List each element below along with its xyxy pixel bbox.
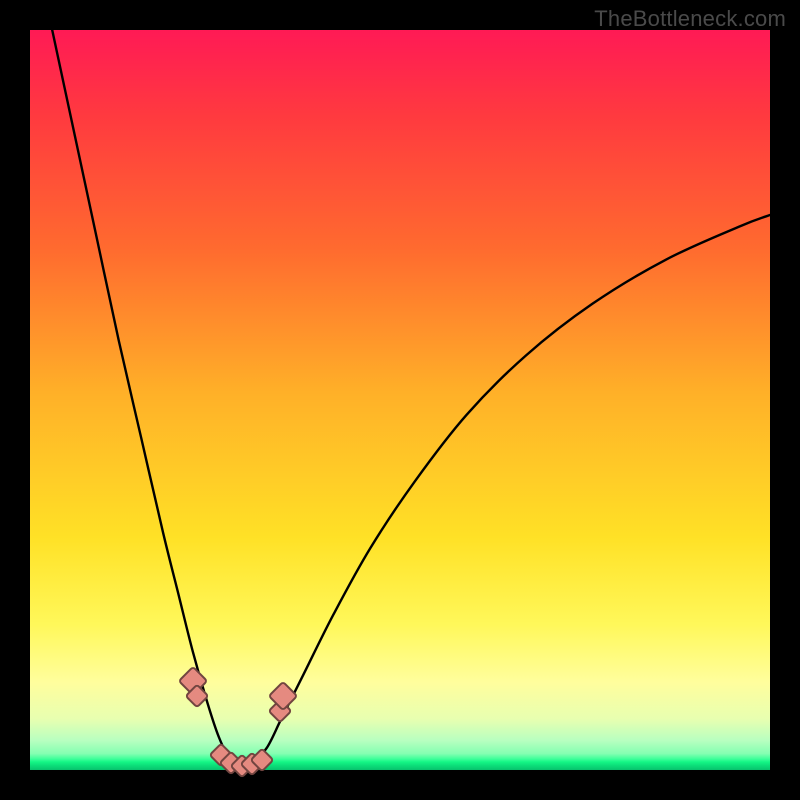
chart-frame: TheBottleneck.com bbox=[0, 0, 800, 800]
watermark-text: TheBottleneck.com bbox=[594, 6, 786, 32]
marker-layer bbox=[30, 30, 770, 770]
